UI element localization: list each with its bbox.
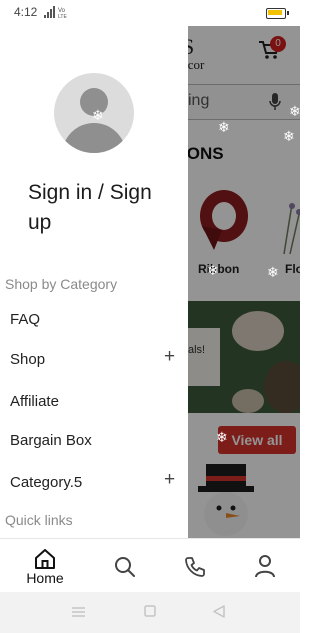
expand-plus-icon[interactable]: + bbox=[164, 346, 175, 368]
menu-item-faq[interactable]: FAQ bbox=[0, 302, 188, 338]
home-square-icon[interactable] bbox=[144, 605, 156, 617]
snowflake-icon: ❄ bbox=[267, 264, 279, 280]
profile-icon bbox=[255, 555, 275, 578]
background-app: S écor 0 king IONS Ribbon Flo als! View … bbox=[188, 26, 300, 538]
nav-home-label: Home bbox=[26, 570, 64, 586]
banner-card bbox=[188, 328, 220, 386]
nav-profile[interactable] bbox=[235, 539, 295, 593]
mic-icon[interactable] bbox=[268, 92, 282, 112]
lavender-image[interactable] bbox=[274, 196, 300, 256]
banner-text: als! bbox=[188, 344, 206, 356]
menu-item-label: Shop bbox=[10, 351, 46, 368]
menu-icon[interactable] bbox=[72, 606, 85, 618]
snowflake-icon: ❄ bbox=[207, 262, 219, 278]
snowflake-icon: ❄ bbox=[289, 103, 301, 119]
category-label: Flo bbox=[285, 262, 300, 276]
back-icon[interactable] bbox=[213, 605, 225, 618]
avatar-body bbox=[62, 123, 126, 153]
status-time: 4:12 bbox=[14, 5, 38, 19]
menu-item-label: Category.5 bbox=[10, 474, 83, 491]
snowman-image[interactable] bbox=[192, 458, 262, 538]
menu-item-label: Bargain Box bbox=[10, 432, 92, 449]
system-navigation-bar bbox=[0, 592, 300, 633]
home-icon bbox=[35, 549, 55, 569]
snowflake-icon: ❄ bbox=[283, 128, 295, 144]
sign-in-link[interactable]: Sign in / Sign up bbox=[28, 178, 178, 238]
logo-subtext: écor bbox=[188, 57, 205, 72]
quick-links-heading: Quick links bbox=[5, 512, 73, 528]
search-placeholder: king bbox=[188, 92, 210, 109]
menu-item-shop[interactable]: Shop + bbox=[0, 342, 188, 378]
cart-badge: 0 bbox=[270, 36, 286, 52]
svg-text:LTE: LTE bbox=[58, 14, 67, 20]
menu-item-label: Affiliate bbox=[10, 393, 59, 410]
navigation-drawer: Sign in / Sign up Shop by Category FAQ S… bbox=[0, 26, 188, 538]
snowflake-icon: ❄ bbox=[92, 107, 104, 123]
phone-icon bbox=[185, 557, 205, 577]
snowflake-icon: ❄ bbox=[216, 429, 228, 445]
menu-item-label: FAQ bbox=[10, 311, 41, 328]
signal-icon: Vo LTE bbox=[44, 6, 67, 20]
menu-item-category-5[interactable]: Category.5 + bbox=[0, 465, 188, 501]
nav-search[interactable] bbox=[95, 539, 155, 593]
section-title: IONS bbox=[188, 144, 224, 163]
shop-by-category-heading: Shop by Category bbox=[5, 276, 118, 292]
menu-item-affiliate[interactable]: Affiliate bbox=[0, 384, 188, 420]
status-bar: 4:12 Vo LTE bbox=[0, 0, 300, 26]
battery-icon bbox=[266, 8, 289, 19]
bottom-navigation: Home bbox=[0, 538, 300, 593]
nav-home[interactable]: Home bbox=[15, 539, 75, 593]
view-all-button[interactable]: View all bbox=[218, 426, 296, 454]
nav-phone[interactable] bbox=[165, 539, 225, 593]
menu-item-bargain-box[interactable]: Bargain Box bbox=[0, 423, 188, 459]
search-icon bbox=[115, 557, 135, 577]
expand-plus-icon[interactable]: + bbox=[164, 469, 175, 491]
snowflake-icon: ❄ bbox=[218, 119, 230, 135]
ribbon-image[interactable] bbox=[194, 186, 252, 252]
